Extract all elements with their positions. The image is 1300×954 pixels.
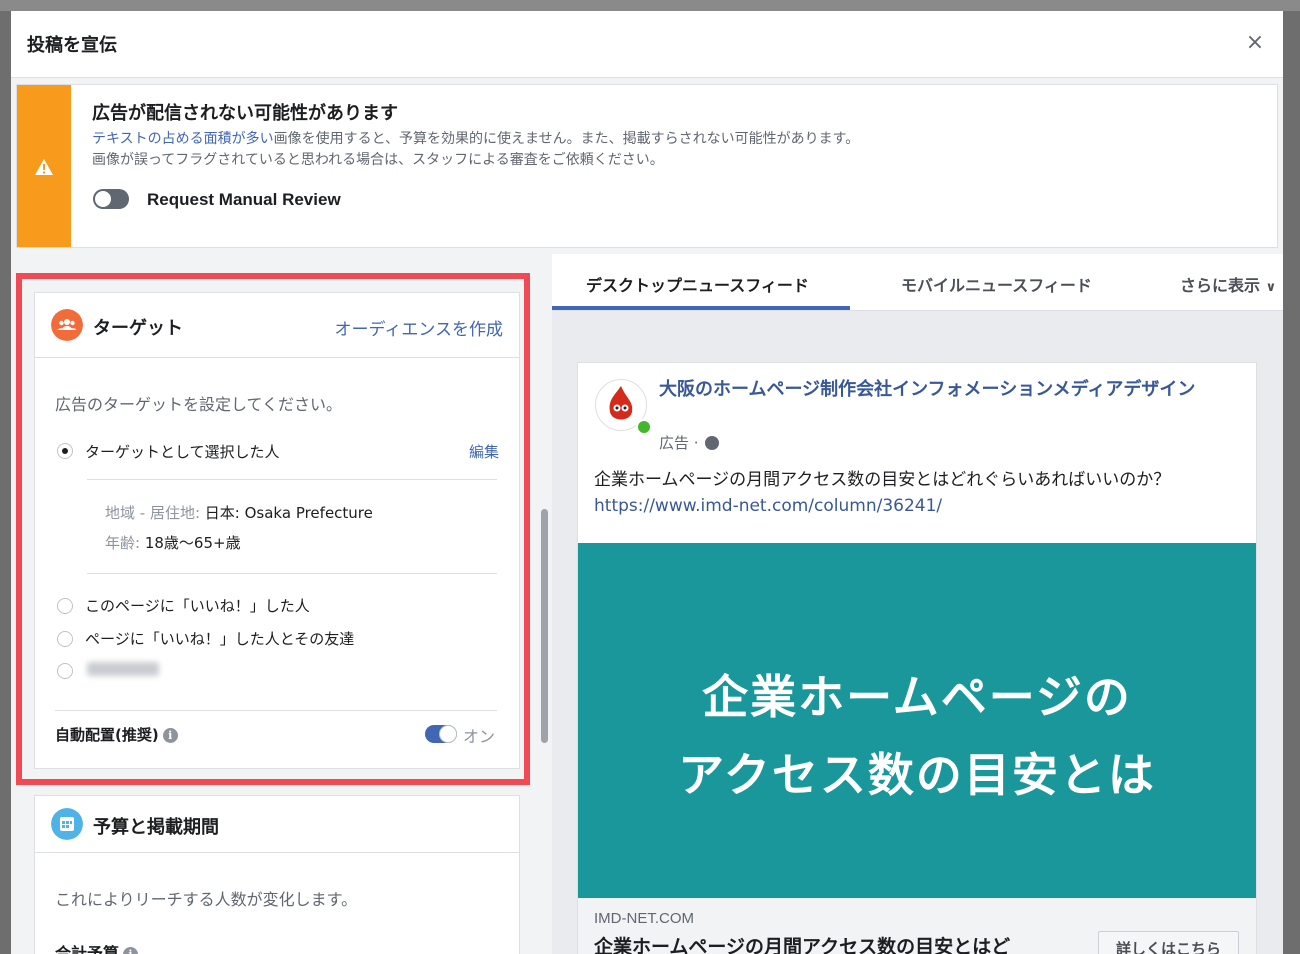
budget-card: 予算と掲載期間 これによりリーチする人数が変化します。 合計予算i: [34, 795, 520, 954]
image-headline-2: アクセス数の目安とは: [678, 748, 1156, 802]
warning-text: テキストの占める面積が多い画像を使用すると、予算を効果的に使えません。また、掲載…: [92, 129, 859, 171]
warning-line1: 画像を使用すると、予算を効果的に使えません。また、掲載すらされない可能性がありま…: [273, 131, 860, 147]
sponsored-label: 広告 ·: [659, 432, 720, 453]
background-page: [0, 0, 1300, 11]
sponsored-text: 広告 ·: [659, 434, 699, 452]
calendar-icon: [51, 808, 83, 840]
preview-tabs: デスクトップニュースフィード モバイルニュースフィード さらに表示 ∨: [552, 254, 1283, 311]
link-domain: IMD-NET.COM: [594, 910, 694, 927]
globe-icon: [705, 436, 720, 450]
online-status-dot: [636, 419, 652, 435]
page-name-link[interactable]: 大阪のホームページ制作会社インフォメーションメディアデザイン: [659, 377, 1219, 403]
warning-title: 広告が配信されない可能性があります: [92, 103, 398, 124]
text-area-link[interactable]: テキストの占める面積が多い: [92, 131, 274, 147]
tab-desktop-news-feed[interactable]: デスクトップニュースフィード: [586, 272, 809, 296]
close-button[interactable]: ×: [1241, 29, 1269, 57]
budget-description: これによりリーチする人数が変化します。: [55, 890, 358, 909]
warning-line2: 画像が誤ってフラグされていると思われる場合は、スタッフによる審査をご依頼ください…: [92, 152, 664, 168]
modal-header: 投稿を宣伝 ×: [11, 11, 1283, 78]
budget-card-header: 予算と掲載期間: [35, 796, 519, 853]
post-preview: 大阪のホームページ制作会社インフォメーションメディアデザイン 広告 · 企業ホー…: [577, 362, 1257, 954]
scrollbar[interactable]: [541, 509, 548, 743]
total-budget-text: 合計予算: [55, 944, 120, 954]
highlight-frame: [16, 273, 530, 785]
tab-mobile-news-feed[interactable]: モバイルニュースフィード: [901, 272, 1092, 296]
tab-more[interactable]: さらに表示 ∨: [1180, 272, 1276, 296]
delivery-warning: 広告が配信されない可能性があります テキストの占める面積が多い画像を使用すると、…: [16, 84, 1278, 248]
total-budget-label: 合計予算i: [55, 940, 139, 954]
modal-title: 投稿を宣伝: [27, 35, 117, 56]
link-title: 企業ホームページの月間アクセス数の目安とはど: [594, 936, 1011, 954]
manual-review-label: Request Manual Review: [147, 190, 341, 209]
chevron-down-icon: ∨: [1265, 280, 1277, 295]
post-text: 企業ホームページの月間アクセス数の目安とはどれぐらいあればいいのか？: [594, 470, 1171, 490]
warning-stripe: [17, 85, 71, 247]
promote-post-modal: 投稿を宣伝 × 広告が配信されない可能性があります テキストの占める面積が多い画…: [11, 11, 1283, 954]
budget-title: 予算と掲載期間: [93, 817, 219, 838]
warning-icon: [35, 159, 53, 175]
post-url-link[interactable]: https://www.imd-net.com/column/36241/: [594, 496, 942, 516]
link-preview-bar[interactable]: IMD-NET.COM 企業ホームページの月間アクセス数の目安とはど 詳しくはこ…: [578, 898, 1256, 954]
info-icon[interactable]: i: [123, 947, 139, 954]
learn-more-button[interactable]: 詳しくはこちら: [1098, 931, 1239, 954]
post-image[interactable]: 企業ホームページの アクセス数の目安とは: [578, 543, 1256, 898]
post-body: 企業ホームページの月間アクセス数の目安とはどれぐらいあればいいのか？ https…: [594, 467, 1170, 519]
tab-more-label: さらに表示: [1180, 276, 1261, 295]
toggle-knob: [95, 191, 111, 207]
image-headline-1: 企業ホームページの: [702, 670, 1132, 724]
active-tab-indicator: [552, 306, 850, 310]
manual-review-toggle[interactable]: [93, 189, 129, 209]
